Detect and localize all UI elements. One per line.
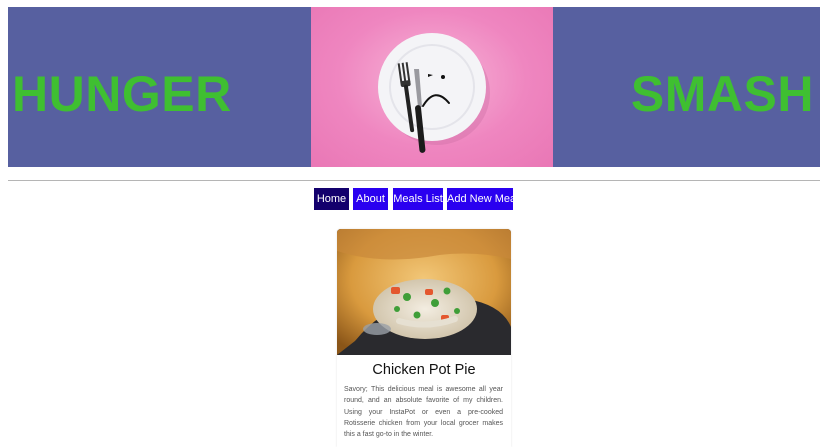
meal-title[interactable]: Chicken Pot Pie — [337, 362, 511, 378]
meal-card[interactable]: Chicken Pot Pie Savory; This delicious m… — [337, 229, 511, 447]
sad-plate-illustration — [378, 33, 490, 153]
nav-about-button[interactable]: About — [353, 188, 388, 210]
header-divider — [8, 180, 820, 181]
brand-title-left: HUNGER — [12, 66, 232, 122]
brand-title-right: SMASH — [630, 66, 814, 122]
header-banner: HUNGER SMASH — [8, 7, 820, 167]
nav-add-new-meal-button[interactable]: Add New Meal — [447, 188, 519, 210]
sad-plate-image — [311, 7, 553, 167]
nav-home-button[interactable]: Home — [314, 188, 349, 210]
meal-description: Savory; This delicious meal is awesome a… — [344, 386, 503, 439]
nav-meals-list-button[interactable]: Meals List — [393, 188, 443, 210]
chicken-pot-pie-photo — [337, 229, 511, 355]
main-nav: Home About Meals List Add New Meal — [0, 188, 828, 210]
meal-photo — [337, 229, 511, 355]
